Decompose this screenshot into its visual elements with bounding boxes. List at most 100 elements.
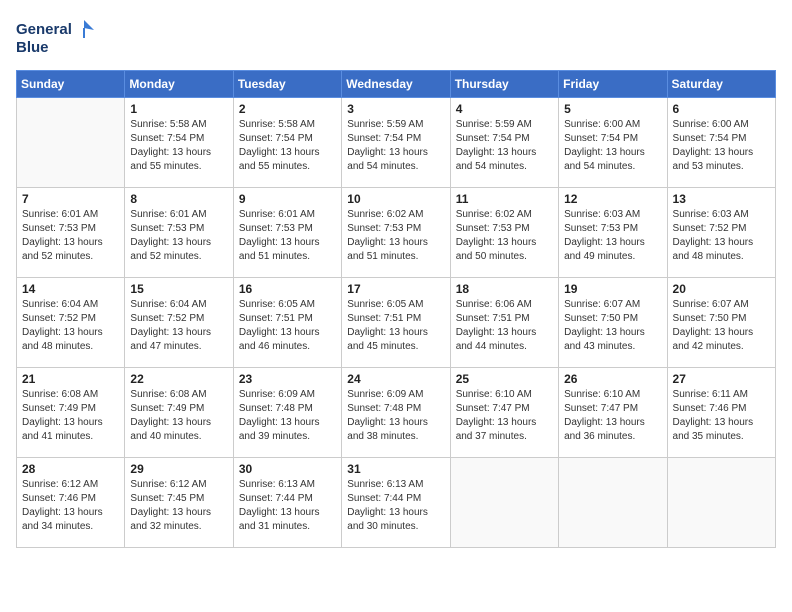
header-sunday: Sunday <box>17 71 125 98</box>
day-number: 26 <box>564 372 661 386</box>
calendar-cell: 12 Sunrise: 6:03 AM Sunset: 7:53 PM Dayli… <box>559 188 667 278</box>
day-info: Sunrise: 6:01 AM Sunset: 7:53 PM Dayligh… <box>239 208 336 264</box>
calendar-week-3: 14Sunrise: 6:04 AM Sunset: 7:52 PM Dayli… <box>17 278 776 368</box>
header-wednesday: Wednesday <box>342 71 450 98</box>
calendar-cell: 23 Sunrise: 6:09 AM Sunset: 7:48 PM Dayli… <box>233 368 341 458</box>
day-info: Sunrise: 5:58 AM Sunset: 7:54 PM Dayligh… <box>130 118 227 174</box>
day-number: 11 <box>456 192 553 206</box>
calendar-cell: 19 Sunrise: 6:07 AM Sunset: 7:50 PM Dayli… <box>559 278 667 368</box>
day-info: Sunrise: 6:08 AM Sunset: 7:49 PM Dayligh… <box>130 388 227 444</box>
calendar-cell: 6 Sunrise: 6:00 AM Sunset: 7:54 PM Daylig… <box>667 98 775 188</box>
calendar-cell: 15 Sunrise: 6:04 AM Sunset: 7:52 PM Dayli… <box>125 278 233 368</box>
day-number: 20 <box>673 282 770 296</box>
day-info: Sunrise: 6:10 AM Sunset: 7:47 PM Dayligh… <box>456 388 553 444</box>
calendar-cell: 18 Sunrise: 6:06 AM Sunset: 7:51 PM Dayli… <box>450 278 558 368</box>
day-info: Sunrise: 6:05 AM Sunset: 7:51 PM Dayligh… <box>347 298 444 354</box>
day-number: 1 <box>130 102 227 116</box>
calendar-cell: 30 Sunrise: 6:13 AM Sunset: 7:44 PM Dayli… <box>233 458 341 548</box>
day-info: Sunrise: 6:01 AM Sunset: 7:53 PM Dayligh… <box>130 208 227 264</box>
calendar-cell <box>17 98 125 188</box>
day-number: 17 <box>347 282 444 296</box>
day-info: Sunrise: 6:04 AM Sunset: 7:52 PM Dayligh… <box>22 298 119 354</box>
calendar-week-4: 21Sunrise: 6:08 AM Sunset: 7:49 PM Dayli… <box>17 368 776 458</box>
day-number: 15 <box>130 282 227 296</box>
day-number: 28 <box>22 462 119 476</box>
day-info: Sunrise: 6:00 AM Sunset: 7:54 PM Dayligh… <box>564 118 661 174</box>
day-info: Sunrise: 6:13 AM Sunset: 7:44 PM Dayligh… <box>347 478 444 534</box>
calendar-week-2: 7 Sunrise: 6:01 AM Sunset: 7:53 PM Daylig… <box>17 188 776 278</box>
day-number: 25 <box>456 372 553 386</box>
day-info: Sunrise: 6:12 AM Sunset: 7:45 PM Dayligh… <box>130 478 227 534</box>
calendar-cell: 8 Sunrise: 6:01 AM Sunset: 7:53 PM Daylig… <box>125 188 233 278</box>
day-info: Sunrise: 6:09 AM Sunset: 7:48 PM Dayligh… <box>239 388 336 444</box>
day-info: Sunrise: 6:04 AM Sunset: 7:52 PM Dayligh… <box>130 298 227 354</box>
calendar-cell: 17 Sunrise: 6:05 AM Sunset: 7:51 PM Dayli… <box>342 278 450 368</box>
day-number: 27 <box>673 372 770 386</box>
day-number: 8 <box>130 192 227 206</box>
calendar-cell: 10Sunrise: 6:02 AM Sunset: 7:53 PM Dayli… <box>342 188 450 278</box>
day-info: Sunrise: 6:07 AM Sunset: 7:50 PM Dayligh… <box>564 298 661 354</box>
day-info: Sunrise: 6:01 AM Sunset: 7:53 PM Dayligh… <box>22 208 119 264</box>
day-info: Sunrise: 6:05 AM Sunset: 7:51 PM Dayligh… <box>239 298 336 354</box>
calendar-cell <box>559 458 667 548</box>
day-number: 30 <box>239 462 336 476</box>
calendar-cell: 4 Sunrise: 5:59 AM Sunset: 7:54 PM Daylig… <box>450 98 558 188</box>
calendar-cell: 16 Sunrise: 6:05 AM Sunset: 7:51 PM Dayli… <box>233 278 341 368</box>
day-info: Sunrise: 6:12 AM Sunset: 7:46 PM Dayligh… <box>22 478 119 534</box>
calendar-cell <box>667 458 775 548</box>
logo: General Blue <box>16 16 96 58</box>
day-number: 13 <box>673 192 770 206</box>
calendar-cell <box>450 458 558 548</box>
day-info: Sunrise: 6:07 AM Sunset: 7:50 PM Dayligh… <box>673 298 770 354</box>
calendar-cell: 5 Sunrise: 6:00 AM Sunset: 7:54 PM Daylig… <box>559 98 667 188</box>
calendar-cell: 26 Sunrise: 6:10 AM Sunset: 7:47 PM Dayli… <box>559 368 667 458</box>
calendar-cell: 27 Sunrise: 6:11 AM Sunset: 7:46 PM Dayli… <box>667 368 775 458</box>
calendar-week-1: 1 Sunrise: 5:58 AM Sunset: 7:54 PM Daylig… <box>17 98 776 188</box>
day-info: Sunrise: 6:13 AM Sunset: 7:44 PM Dayligh… <box>239 478 336 534</box>
day-info: Sunrise: 6:11 AM Sunset: 7:46 PM Dayligh… <box>673 388 770 444</box>
day-number: 7 <box>22 192 119 206</box>
day-number: 9 <box>239 192 336 206</box>
day-info: Sunrise: 6:00 AM Sunset: 7:54 PM Dayligh… <box>673 118 770 174</box>
svg-text:General: General <box>16 21 72 38</box>
day-number: 23 <box>239 372 336 386</box>
calendar-cell: 9 Sunrise: 6:01 AM Sunset: 7:53 PM Daylig… <box>233 188 341 278</box>
day-number: 4 <box>456 102 553 116</box>
day-number: 2 <box>239 102 336 116</box>
page-header: General Blue <box>16 16 776 58</box>
calendar-cell: 22Sunrise: 6:08 AM Sunset: 7:49 PM Dayli… <box>125 368 233 458</box>
calendar-cell: 1 Sunrise: 5:58 AM Sunset: 7:54 PM Daylig… <box>125 98 233 188</box>
calendar-cell: 24Sunrise: 6:09 AM Sunset: 7:48 PM Dayli… <box>342 368 450 458</box>
header-saturday: Saturday <box>667 71 775 98</box>
header-tuesday: Tuesday <box>233 71 341 98</box>
day-number: 19 <box>564 282 661 296</box>
day-info: Sunrise: 6:09 AM Sunset: 7:48 PM Dayligh… <box>347 388 444 444</box>
calendar-cell: 7 Sunrise: 6:01 AM Sunset: 7:53 PM Daylig… <box>17 188 125 278</box>
day-info: Sunrise: 5:59 AM Sunset: 7:54 PM Dayligh… <box>347 118 444 174</box>
day-info: Sunrise: 6:10 AM Sunset: 7:47 PM Dayligh… <box>564 388 661 444</box>
header-friday: Friday <box>559 71 667 98</box>
day-number: 5 <box>564 102 661 116</box>
day-info: Sunrise: 6:02 AM Sunset: 7:53 PM Dayligh… <box>456 208 553 264</box>
logo-svg: General Blue <box>16 16 96 58</box>
calendar-table: SundayMondayTuesdayWednesdayThursdayFrid… <box>16 70 776 548</box>
calendar-cell: 20 Sunrise: 6:07 AM Sunset: 7:50 PM Dayli… <box>667 278 775 368</box>
calendar-cell: 14Sunrise: 6:04 AM Sunset: 7:52 PM Dayli… <box>17 278 125 368</box>
day-number: 3 <box>347 102 444 116</box>
day-info: Sunrise: 6:03 AM Sunset: 7:52 PM Dayligh… <box>673 208 770 264</box>
day-info: Sunrise: 6:03 AM Sunset: 7:53 PM Dayligh… <box>564 208 661 264</box>
calendar-cell: 3 Sunrise: 5:59 AM Sunset: 7:54 PM Daylig… <box>342 98 450 188</box>
calendar-cell: 13 Sunrise: 6:03 AM Sunset: 7:52 PM Dayli… <box>667 188 775 278</box>
calendar-cell: 2Sunrise: 5:58 AM Sunset: 7:54 PM Daylig… <box>233 98 341 188</box>
calendar-cell: 25 Sunrise: 6:10 AM Sunset: 7:47 PM Dayli… <box>450 368 558 458</box>
day-number: 12 <box>564 192 661 206</box>
day-number: 29 <box>130 462 227 476</box>
calendar-week-5: 28 Sunrise: 6:12 AM Sunset: 7:46 PM Dayli… <box>17 458 776 548</box>
header-monday: Monday <box>125 71 233 98</box>
day-info: Sunrise: 6:06 AM Sunset: 7:51 PM Dayligh… <box>456 298 553 354</box>
day-info: Sunrise: 5:59 AM Sunset: 7:54 PM Dayligh… <box>456 118 553 174</box>
calendar-header-row: SundayMondayTuesdayWednesdayThursdayFrid… <box>17 71 776 98</box>
day-number: 6 <box>673 102 770 116</box>
day-number: 16 <box>239 282 336 296</box>
day-number: 18 <box>456 282 553 296</box>
